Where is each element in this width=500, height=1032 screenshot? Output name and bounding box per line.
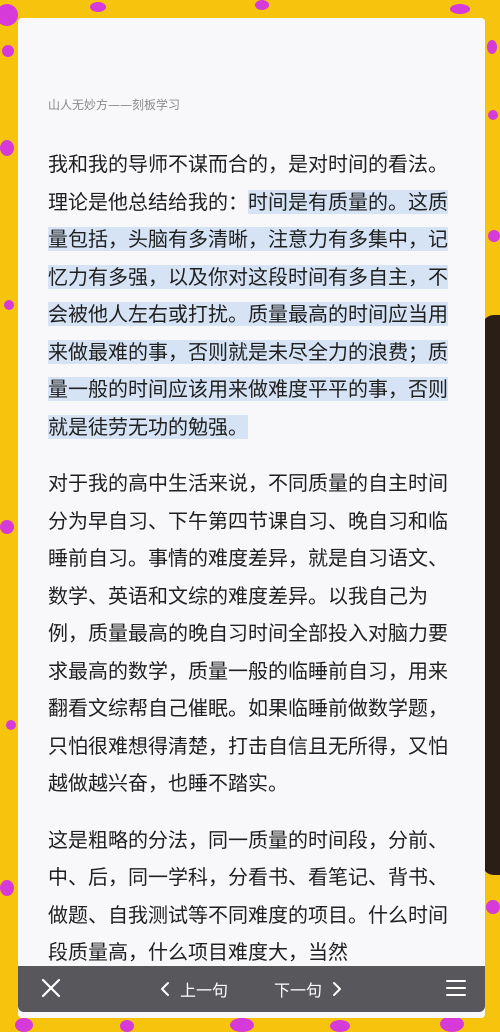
reading-page[interactable]: 山人无妙方——刻板学习 我和我的导师不谋而合的，是对时间的看法。理论是他总结给我… <box>18 18 485 1018</box>
chevron-left-icon <box>161 982 169 996</box>
chevron-right-icon <box>333 982 342 996</box>
paragraph-1[interactable]: 我和我的导师不谋而合的，是对时间的看法。理论是他总结给我的：时间是有质量的。这质… <box>48 146 458 446</box>
previous-sentence-button[interactable]: 上一句 <box>160 977 228 1001</box>
previous-sentence-label: 上一句 <box>180 981 229 1000</box>
menu-button[interactable] <box>446 978 468 998</box>
paragraph-2[interactable]: 对于我的高中生活来说，不同质量的自主时间分为早自习、下午第四节课自习、晚自习和临… <box>48 465 458 803</box>
paragraph-3[interactable]: 这是粗略的分法，同一质量的时间段，分前、中、后，同一学科，分看书、看笔记、背书、… <box>48 822 458 972</box>
next-sentence-button[interactable]: 下一句 <box>274 977 342 1001</box>
close-button[interactable] <box>38 975 64 1001</box>
highlighted-sentence[interactable]: 时间是有质量的。这质量包括，头脑有多清晰，注意力有多集中，记忆力有多强，以及你对… <box>48 189 448 439</box>
reading-content: 我和我的导师不谋而合的，是对时间的看法。理论是他总结给我的：时间是有质量的。这质… <box>48 146 458 991</box>
close-icon <box>41 978 61 998</box>
book-title: 山人无妙方——刻板学习 <box>48 98 181 112</box>
bottom-toolbar: 上一句 下一句 <box>18 966 485 1012</box>
next-sentence-label: 下一句 <box>274 981 323 1000</box>
